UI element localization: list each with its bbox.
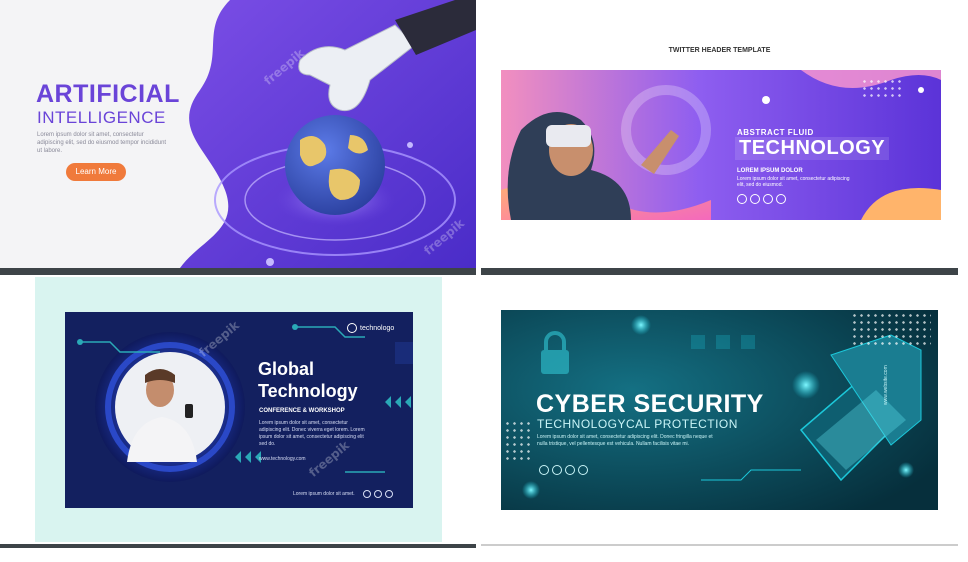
twitter-icon[interactable] — [385, 490, 393, 498]
vr-tagline: LOREM IPSUM DOLOR — [737, 168, 803, 174]
gt-tile: freepik freepik technologo Global Techno… — [35, 277, 442, 542]
gt-subtitle: CONFERENCE & WORKSHOP — [259, 408, 345, 414]
divider-bar — [0, 544, 476, 548]
ai-title: ARTIFICIAL — [36, 80, 180, 108]
facebook-icon[interactable] — [363, 490, 371, 498]
cs-banner: CYBER SECURITY TECHNOLOGYCAL PROTECTION … — [501, 310, 938, 510]
ai-learn-more-button[interactable]: Learn More — [66, 163, 126, 181]
gt-brand-logo: technologo — [347, 323, 394, 333]
facebook-icon[interactable] — [737, 194, 747, 204]
cs-title: CYBER SECURITY — [536, 390, 764, 418]
gt-url[interactable]: www.technology.com — [259, 456, 306, 462]
cs-social-icons — [539, 465, 588, 475]
divider-bar — [481, 544, 958, 546]
cs-dots-pattern — [851, 312, 931, 347]
instagram-icon[interactable] — [374, 490, 382, 498]
ai-body-text: Lorem ipsum dolor sit amet, consectetur … — [37, 132, 167, 154]
vr-social-icons — [737, 194, 786, 204]
gt-brand-name: technologo — [360, 324, 395, 332]
gt-footer-text: Lorem ipsum dolor sit amet. — [293, 491, 355, 497]
vr-title: TECHNOLOGY — [735, 137, 890, 160]
youtube-icon[interactable] — [578, 465, 588, 475]
gt-body-text: Lorem ipsum dolor sit amet, consectetur … — [259, 420, 365, 447]
logo-icon — [347, 323, 357, 333]
vr-body-text: Lorem ipsum dolor sit amet, consectetur … — [737, 176, 850, 188]
gt-social-icons — [363, 490, 393, 498]
cs-website[interactable]: www.website.com — [883, 365, 889, 405]
vr-tile: TWITTER HEADER TEMPLATE ABSTRACT FLUID T… — [481, 0, 958, 268]
divider-bar — [481, 268, 958, 275]
twitter-icon[interactable] — [565, 465, 575, 475]
cs-dots-pattern-2 — [504, 420, 534, 460]
youtube-icon[interactable] — [776, 194, 786, 204]
divider-bar — [0, 268, 476, 275]
facebook-icon[interactable] — [539, 465, 549, 475]
gt-title-1: Global — [258, 359, 315, 379]
vr-kicker: ABSTRACT FLUID — [737, 128, 814, 137]
ai-banner: freepik freepik ARTIFICIAL INTELLIGENCE … — [0, 0, 476, 268]
instagram-icon[interactable] — [552, 465, 562, 475]
vr-dots-pattern — [861, 78, 901, 98]
gt-banner-art — [65, 312, 413, 508]
instagram-icon[interactable] — [763, 194, 773, 204]
cs-body-text: Lorem ipsum dolor sit amet, consectetur … — [537, 434, 713, 447]
ai-subtitle: INTELLIGENCE — [37, 108, 166, 127]
twitter-icon[interactable] — [750, 194, 760, 204]
cs-subtitle: TECHNOLOGYCAL PROTECTION — [537, 417, 738, 431]
gt-title-2: Technology — [258, 381, 358, 401]
vr-header-label: TWITTER HEADER TEMPLATE — [668, 47, 771, 54]
